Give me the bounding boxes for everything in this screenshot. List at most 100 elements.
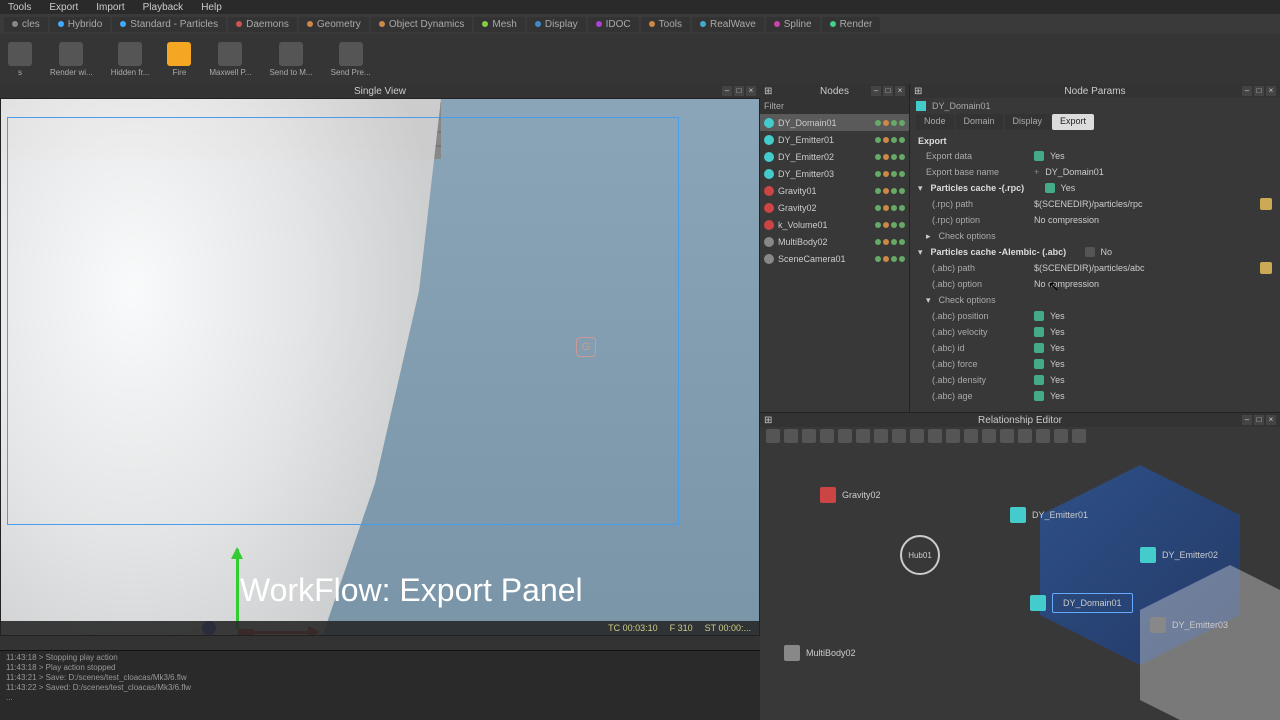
rel-tool-1[interactable] — [784, 429, 798, 443]
rel-tool-14[interactable] — [1018, 429, 1032, 443]
rel-tool-3[interactable] — [820, 429, 834, 443]
tool-render-wi-[interactable]: Render wi... — [50, 42, 93, 77]
tool-fire[interactable]: Fire — [167, 42, 191, 77]
abc-check[interactable] — [1085, 247, 1095, 257]
tool-s[interactable]: s — [8, 42, 32, 77]
log-panel-title — [0, 636, 760, 650]
abc-field-check[interactable] — [1034, 375, 1044, 385]
viewport-title: Single View –□× — [0, 84, 760, 98]
rel-tool-12[interactable] — [982, 429, 996, 443]
rpc-check[interactable] — [1045, 183, 1055, 193]
folder-icon[interactable] — [1260, 198, 1272, 210]
ribbon-render[interactable]: Render — [822, 17, 881, 32]
export-data-check[interactable] — [1034, 151, 1044, 161]
node-Gravity01[interactable]: Gravity01 — [760, 182, 909, 199]
panel-controls[interactable]: –□× — [1242, 415, 1276, 425]
tool-send-pre-[interactable]: Send Pre... — [331, 42, 371, 77]
rel-tool-4[interactable] — [838, 429, 852, 443]
nodes-filter[interactable]: Filter — [760, 98, 909, 114]
ribbon-daemons[interactable]: Daemons — [228, 17, 297, 32]
rel-tool-5[interactable] — [856, 429, 870, 443]
nodes-title: ⊞ Nodes –□× — [760, 84, 909, 98]
menu-playback[interactable]: Playback — [143, 2, 184, 13]
node-SceneCamera01[interactable]: SceneCamera01 — [760, 250, 909, 267]
panel-controls[interactable]: –□× — [722, 86, 756, 96]
node-DY_Emitter02[interactable]: DY_Emitter02 — [760, 148, 909, 165]
panel-dock-icon[interactable]: ⊞ — [914, 86, 922, 97]
rel-tool-17[interactable] — [1072, 429, 1086, 443]
menu-help[interactable]: Help — [201, 2, 222, 13]
nodes-panel: ⊞ Nodes –□× Filter DY_Domain01DY_Emitter… — [760, 84, 910, 412]
gravity-gizmo-icon[interactable]: G — [576, 337, 596, 357]
rel-tool-11[interactable] — [964, 429, 978, 443]
axis-y[interactable] — [236, 549, 239, 629]
tab-node[interactable]: Node — [916, 114, 954, 130]
video-overlay-title: WorkFlow: Export Panel — [240, 572, 583, 609]
folder-icon[interactable] — [1260, 262, 1272, 274]
panel-controls[interactable]: –□× — [871, 86, 905, 96]
tool-send-to-m-[interactable]: Send to M... — [269, 42, 312, 77]
node-k_Volume01[interactable]: k_Volume01 — [760, 216, 909, 233]
abc-field-check[interactable] — [1034, 391, 1044, 401]
rel-node-Gravity02[interactable]: Gravity02 — [820, 487, 881, 503]
rel-node-MultiBody02[interactable]: MultiBody02 — [784, 645, 856, 661]
ribbon-display[interactable]: Display — [527, 17, 586, 32]
ribbon-hybrido[interactable]: Hybrido — [50, 17, 110, 32]
rel-node-DY_Emitter01[interactable]: DY_Emitter01 — [1010, 507, 1088, 523]
viewport[interactable]: G TC 00:03:10 F 310 ST 00:00:... — [0, 98, 760, 636]
rel-tool-9[interactable] — [928, 429, 942, 443]
params-header: DY_Domain01 — [910, 98, 1280, 114]
node-MultiBody02[interactable]: MultiBody02 — [760, 233, 909, 250]
abc-field-check[interactable] — [1034, 359, 1044, 369]
ribbon-cles[interactable]: cles — [4, 17, 48, 32]
ribbon-idoc[interactable]: IDOC — [588, 17, 639, 32]
node-Gravity02[interactable]: Gravity02 — [760, 199, 909, 216]
rel-tool-10[interactable] — [946, 429, 960, 443]
rel-node-DY_Domain01[interactable]: DY_Domain01 — [1030, 593, 1133, 613]
params-body: Export Export dataYes Export base name+D… — [910, 130, 1280, 412]
rel-tool-13[interactable] — [1000, 429, 1014, 443]
log-line: 11:43:18 > Stopping play action — [6, 653, 754, 663]
ribbon-realwave[interactable]: RealWave — [692, 17, 764, 32]
ribbon-object-dynamics[interactable]: Object Dynamics — [371, 17, 473, 32]
rel-title: ⊞ Relationship Editor –□× — [760, 413, 1280, 427]
ribbon-spline[interactable]: Spline — [766, 17, 820, 32]
rel-tool-0[interactable] — [766, 429, 780, 443]
menu-export[interactable]: Export — [49, 2, 78, 13]
abc-field-check[interactable] — [1034, 311, 1044, 321]
rel-tool-7[interactable] — [892, 429, 906, 443]
rel-tool-2[interactable] — [802, 429, 816, 443]
tool-maxwell-p-[interactable]: Maxwell P... — [209, 42, 251, 77]
panel-controls[interactable]: –□× — [1242, 86, 1276, 96]
viewport-statusbar: TC 00:03:10 F 310 ST 00:00:... — [1, 621, 759, 635]
tab-export[interactable]: Export — [1052, 114, 1094, 130]
tab-display[interactable]: Display — [1005, 114, 1051, 130]
ribbon-mesh[interactable]: Mesh — [474, 17, 524, 32]
abc-field-check[interactable] — [1034, 343, 1044, 353]
camera-frame — [7, 117, 679, 525]
node-params-panel: ⊞ Node Params –□× DY_Domain01 NodeDomain… — [910, 84, 1280, 412]
node-DY_Domain01[interactable]: DY_Domain01 — [760, 114, 909, 131]
rel-tool-16[interactable] — [1054, 429, 1068, 443]
rel-canvas[interactable]: Hub01 Gravity02 DY_Emitter01 DY_Emitter02 D… — [760, 445, 1280, 720]
log-line: 11:43:22 > Saved: D:/scenes/test_cloacas… — [6, 683, 754, 693]
rel-tool-15[interactable] — [1036, 429, 1050, 443]
hub-node[interactable]: Hub01 — [900, 535, 940, 575]
rel-node-DY_Emitter03[interactable]: DY_Emitter03 — [1150, 617, 1228, 633]
export-header[interactable]: Export — [918, 134, 1272, 148]
tool-hidden-fr-[interactable]: Hidden fr... — [111, 42, 150, 77]
node-DY_Emitter01[interactable]: DY_Emitter01 — [760, 131, 909, 148]
menu-import[interactable]: Import — [96, 2, 124, 13]
node-DY_Emitter03[interactable]: DY_Emitter03 — [760, 165, 909, 182]
rel-node-DY_Emitter02[interactable]: DY_Emitter02 — [1140, 547, 1218, 563]
abc-field-check[interactable] — [1034, 327, 1044, 337]
panel-dock-icon[interactable]: ⊞ — [764, 415, 772, 426]
rel-tool-6[interactable] — [874, 429, 888, 443]
ribbon-standard-particles[interactable]: Standard - Particles — [112, 17, 226, 32]
tab-domain[interactable]: Domain — [956, 114, 1003, 130]
rel-tool-8[interactable] — [910, 429, 924, 443]
menu-tools[interactable]: Tools — [8, 2, 31, 13]
ribbon-tools[interactable]: Tools — [641, 17, 690, 32]
panel-dock-icon[interactable]: ⊞ — [764, 86, 772, 97]
ribbon-geometry[interactable]: Geometry — [299, 17, 369, 32]
